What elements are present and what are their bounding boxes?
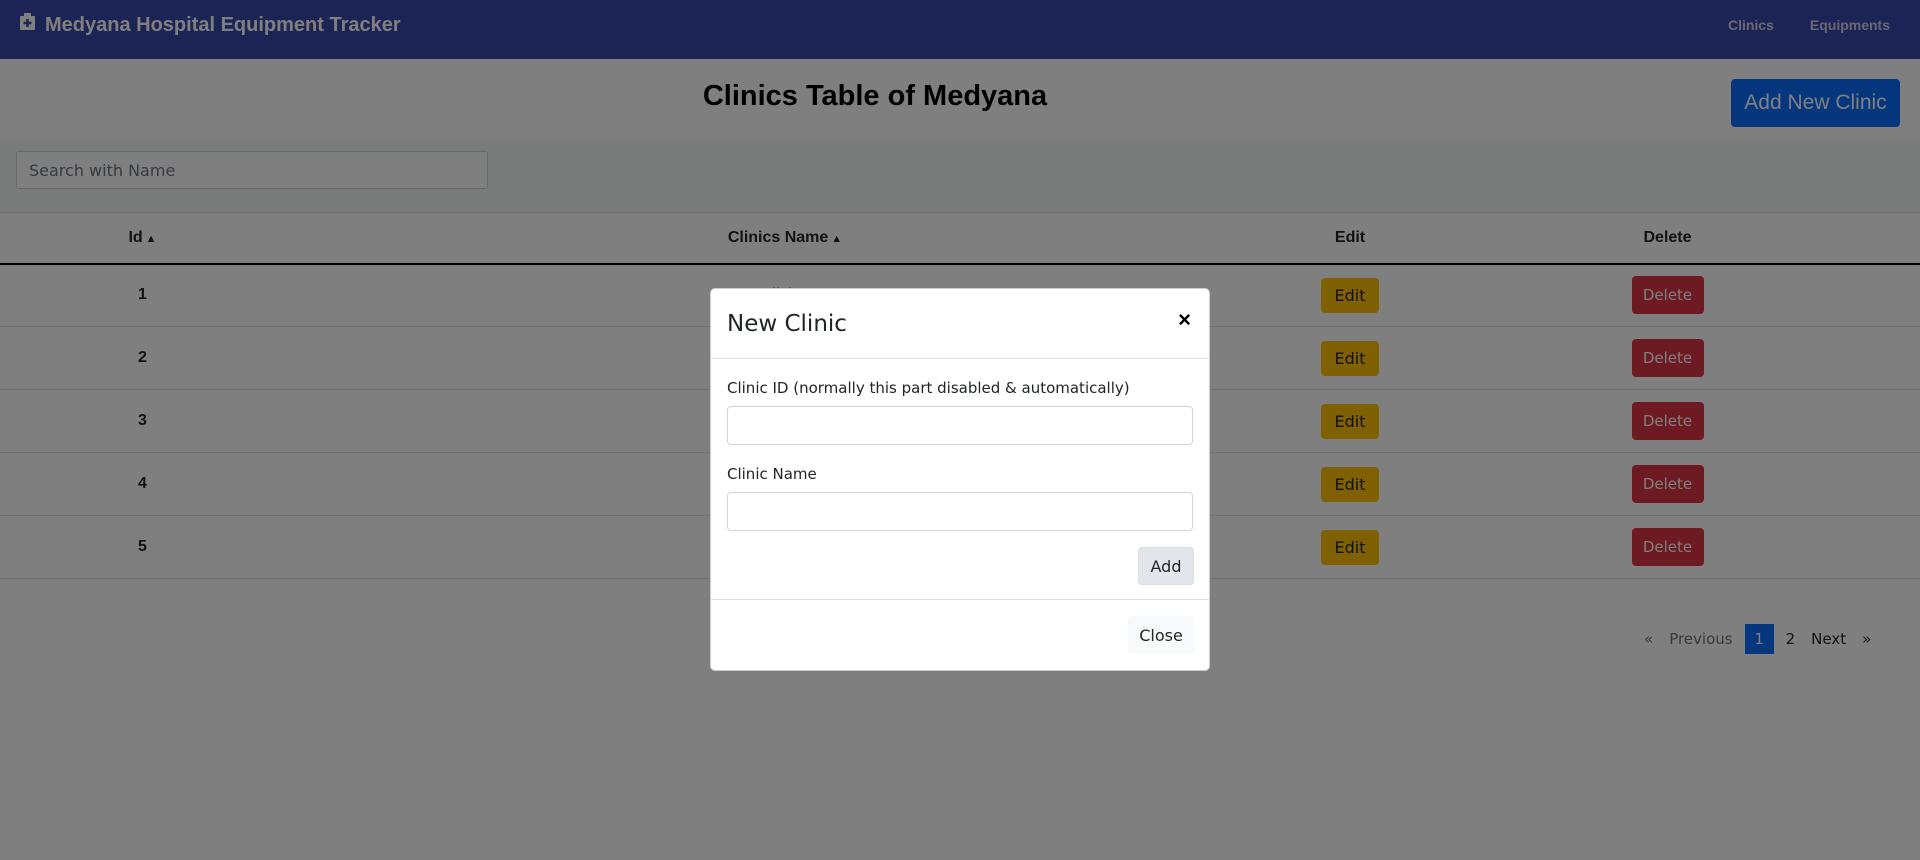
clinic-id-label: Clinic ID (normally this part disabled &… — [727, 379, 1130, 397]
modal-header: New Clinic × — [711, 289, 1209, 359]
clinic-name-label: Clinic Name — [727, 465, 817, 483]
new-clinic-modal: New Clinic × Clinic ID (normally this pa… — [710, 288, 1210, 671]
close-button[interactable]: Close — [1128, 616, 1194, 654]
clinic-name-input[interactable] — [727, 492, 1193, 531]
close-icon[interactable]: × — [1178, 307, 1191, 333]
clinic-id-input[interactable] — [727, 406, 1193, 445]
modal-title: New Clinic — [727, 311, 847, 337]
add-button[interactable]: Add — [1138, 547, 1194, 585]
modal-body: Clinic ID (normally this part disabled &… — [711, 359, 1209, 600]
modal-footer: Close — [711, 600, 1209, 670]
